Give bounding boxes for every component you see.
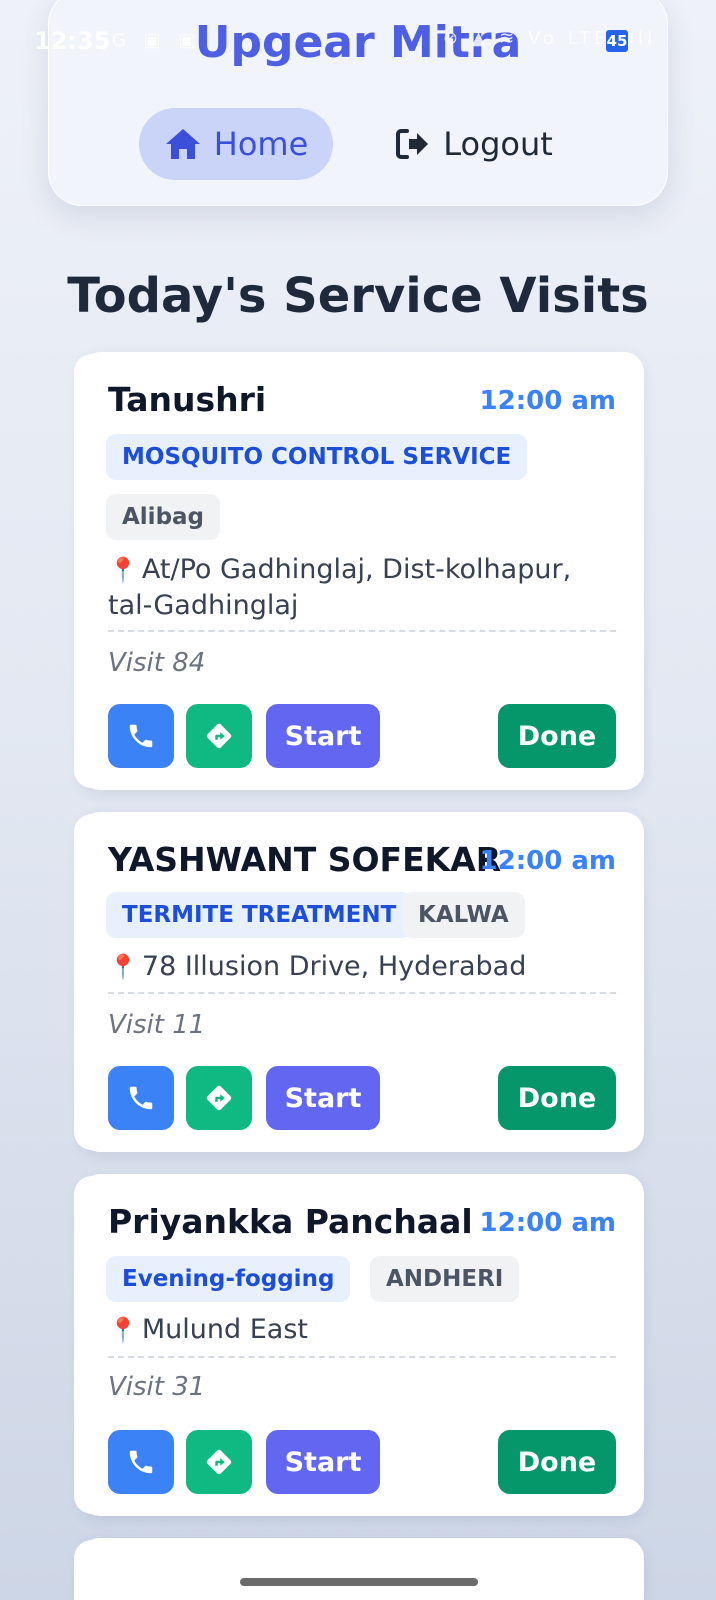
phone-icon bbox=[129, 724, 153, 748]
nav-logout-button[interactable]: Logout bbox=[389, 108, 559, 180]
phone-icon bbox=[129, 1086, 153, 1110]
home-indicator[interactable] bbox=[240, 1578, 478, 1586]
location-pin-icon: 📍 bbox=[108, 953, 138, 981]
visit-number: Visit 11 bbox=[108, 1010, 206, 1040]
area-badge: KALWA bbox=[402, 892, 525, 938]
divider bbox=[108, 992, 616, 994]
visit-card-partial bbox=[80, 1538, 644, 1600]
visit-time: 12:00 am bbox=[479, 1208, 616, 1238]
directions-icon bbox=[206, 723, 232, 749]
page-title: Today's Service Visits bbox=[67, 268, 649, 324]
start-button[interactable]: Start bbox=[266, 704, 380, 768]
visit-card: Tanushri 12:00 am MOSQUITO CONTROL SERVI… bbox=[80, 352, 644, 790]
visit-time: 12:00 am bbox=[479, 846, 616, 876]
done-button[interactable]: Done bbox=[498, 1066, 616, 1130]
customer-name: YASHWANT SOFEKAR bbox=[108, 840, 502, 879]
directions-button[interactable] bbox=[186, 1430, 252, 1494]
status-bar: 12:35 G ▣ ▣ ⊘ ▲ ≋ Vo LTE .ıll 45 bbox=[0, 0, 716, 80]
address: 📍 78 Illusion Drive, Hyderabad bbox=[108, 949, 608, 985]
visit-number: Visit 84 bbox=[108, 648, 206, 678]
visit-time: 12:00 am bbox=[479, 386, 616, 416]
address-text: Mulund East bbox=[141, 1314, 309, 1345]
done-button[interactable]: Done bbox=[498, 1430, 616, 1494]
nav-home-button[interactable]: Home bbox=[139, 108, 333, 180]
home-icon bbox=[165, 129, 200, 159]
divider bbox=[108, 630, 616, 632]
notification-icons: G ▣ ▣ bbox=[112, 30, 202, 51]
nav-home-label: Home bbox=[213, 125, 309, 163]
done-button[interactable]: Done bbox=[498, 704, 616, 768]
customer-name: Priyankka Panchaal bbox=[108, 1202, 473, 1241]
directions-icon bbox=[206, 1449, 232, 1475]
service-badge: Evening-fogging bbox=[106, 1256, 351, 1302]
directions-button[interactable] bbox=[186, 1066, 252, 1130]
start-button[interactable]: Start bbox=[266, 1066, 380, 1130]
address: 📍 Mulund East bbox=[108, 1312, 608, 1348]
location-pin-icon: 📍 bbox=[108, 556, 138, 584]
start-button[interactable]: Start bbox=[266, 1430, 380, 1494]
logout-icon bbox=[396, 129, 429, 159]
divider bbox=[108, 1356, 616, 1358]
call-button[interactable] bbox=[108, 1430, 174, 1494]
area-badge: ANDHERI bbox=[370, 1256, 520, 1302]
battery-icon: 45 bbox=[606, 30, 628, 52]
phone-icon bbox=[129, 1450, 153, 1474]
area-badge: Alibag bbox=[106, 494, 221, 540]
status-time: 12:35 bbox=[34, 27, 111, 55]
service-badge: MOSQUITO CONTROL SERVICE bbox=[106, 434, 528, 480]
directions-icon bbox=[206, 1085, 232, 1111]
nav-logout-label: Logout bbox=[443, 125, 553, 163]
location-pin-icon: 📍 bbox=[108, 1316, 138, 1344]
service-badge: TERMITE TREATMENT bbox=[106, 892, 413, 938]
visit-card: Priyankka Panchaal 12:00 am Evening-fogg… bbox=[80, 1174, 644, 1516]
directions-button[interactable] bbox=[186, 704, 252, 768]
visit-card: YASHWANT SOFEKAR 12:00 am TERMITE TREATM… bbox=[80, 812, 644, 1152]
address-text: At/Po Gadhinglaj, Dist-kolhapur, tal-Gad… bbox=[108, 554, 572, 621]
address: 📍 At/Po Gadhinglaj, Dist-kolhapur, tal-Ga… bbox=[108, 552, 608, 624]
call-button[interactable] bbox=[108, 1066, 174, 1130]
customer-name: Tanushri bbox=[108, 380, 267, 419]
address-text: 78 Illusion Drive, Hyderabad bbox=[141, 951, 527, 982]
visit-number: Visit 31 bbox=[108, 1372, 206, 1402]
call-button[interactable] bbox=[108, 704, 174, 768]
